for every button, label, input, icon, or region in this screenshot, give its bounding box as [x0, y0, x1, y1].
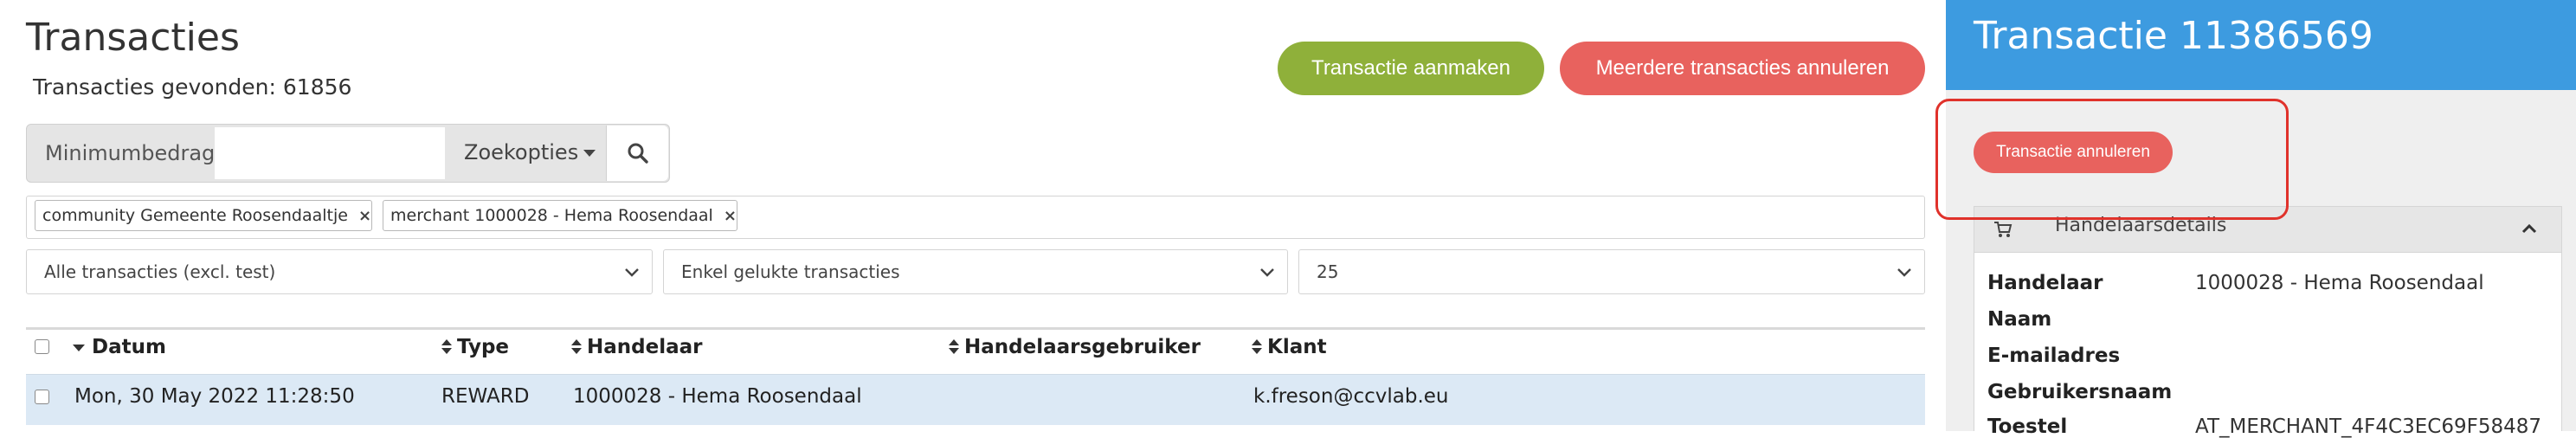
transaction-scope-select[interactable]: Alle transacties (excl. test) — [26, 249, 653, 294]
field-value-merchant: 1000028 - Hema Roosendaal — [2195, 272, 2484, 294]
table-header-divider — [26, 327, 1925, 330]
sort-desc-icon — [73, 344, 85, 351]
column-header-customer[interactable]: Klant — [1252, 336, 1327, 358]
cart-icon — [1994, 222, 2012, 237]
search-options-dropdown[interactable]: Zoekopties — [464, 140, 596, 164]
column-header-merchant[interactable]: Handelaar — [571, 336, 702, 358]
transaction-status-select[interactable]: Enkel gelukte transacties — [663, 249, 1288, 294]
select-all-checkbox[interactable] — [35, 339, 49, 354]
column-header-type[interactable]: Type — [441, 336, 509, 358]
sort-icon — [441, 339, 452, 355]
sort-icon — [571, 339, 582, 355]
cell-merchant: 1000028 - Hema Roosendaal — [573, 385, 862, 408]
field-label-name: Naam — [1987, 308, 2052, 331]
chevron-down-icon — [625, 268, 639, 277]
cell-customer: k.freson@ccvlab.eu — [1253, 385, 1449, 408]
filter-tag-label: merchant 1000028 - Hema Roosendaal — [390, 206, 713, 225]
min-amount-input[interactable] — [215, 127, 445, 179]
close-icon[interactable]: × — [724, 207, 737, 225]
field-label-merchant: Handelaar — [1987, 272, 2103, 294]
min-amount-label: Minimumbedrag — [45, 141, 216, 165]
search-button[interactable] — [606, 126, 668, 181]
sort-icon — [1252, 339, 1262, 355]
filter-tag-community: community Gemeente Roosendaaltje × — [35, 200, 372, 231]
sort-icon — [949, 339, 959, 355]
search-icon — [628, 143, 648, 164]
caret-down-icon — [583, 150, 596, 157]
chevron-down-icon — [1260, 268, 1274, 277]
cell-type: REWARD — [441, 385, 530, 408]
field-value-device: AT_MERCHANT_4F4C3EC69F58487 — [2195, 415, 2541, 438]
page-title: Transacties — [26, 16, 240, 60]
page-size-select[interactable]: 25 — [1298, 249, 1925, 294]
cancel-multiple-button[interactable]: Meerdere transacties annuleren — [1560, 42, 1925, 95]
transaction-scope-value: Alle transacties (excl. test) — [44, 261, 276, 282]
field-label-email: E-mailadres — [1987, 345, 2121, 367]
close-icon[interactable]: × — [358, 207, 371, 225]
chevron-down-icon — [1897, 268, 1911, 277]
results-count: Transacties gevonden: 61856 — [33, 74, 352, 100]
filter-tag-merchant: merchant 1000028 - Hema Roosendaal × — [383, 200, 737, 231]
panel-title: Transactie 11386569 — [1974, 14, 2373, 58]
row-checkbox[interactable] — [35, 390, 49, 404]
chevron-up-icon[interactable] — [2519, 219, 2540, 240]
field-label-username: Gebruikersnaam — [1987, 381, 2173, 403]
column-header-date[interactable]: Datum — [73, 336, 166, 358]
column-header-merchant-user[interactable]: Handelaarsgebruiker — [949, 336, 1201, 358]
filter-tag-label: community Gemeente Roosendaaltje — [42, 206, 348, 225]
search-options-label: Zoekopties — [464, 140, 579, 164]
field-label-device: Toestel — [1987, 415, 2068, 438]
create-transaction-button[interactable]: Transactie aanmaken — [1278, 42, 1544, 95]
transaction-status-value: Enkel gelukte transacties — [681, 261, 900, 282]
highlight-box — [1935, 99, 2289, 220]
page-size-value: 25 — [1317, 261, 1339, 282]
cell-date: Mon, 30 May 2022 11:28:50 — [74, 385, 355, 408]
